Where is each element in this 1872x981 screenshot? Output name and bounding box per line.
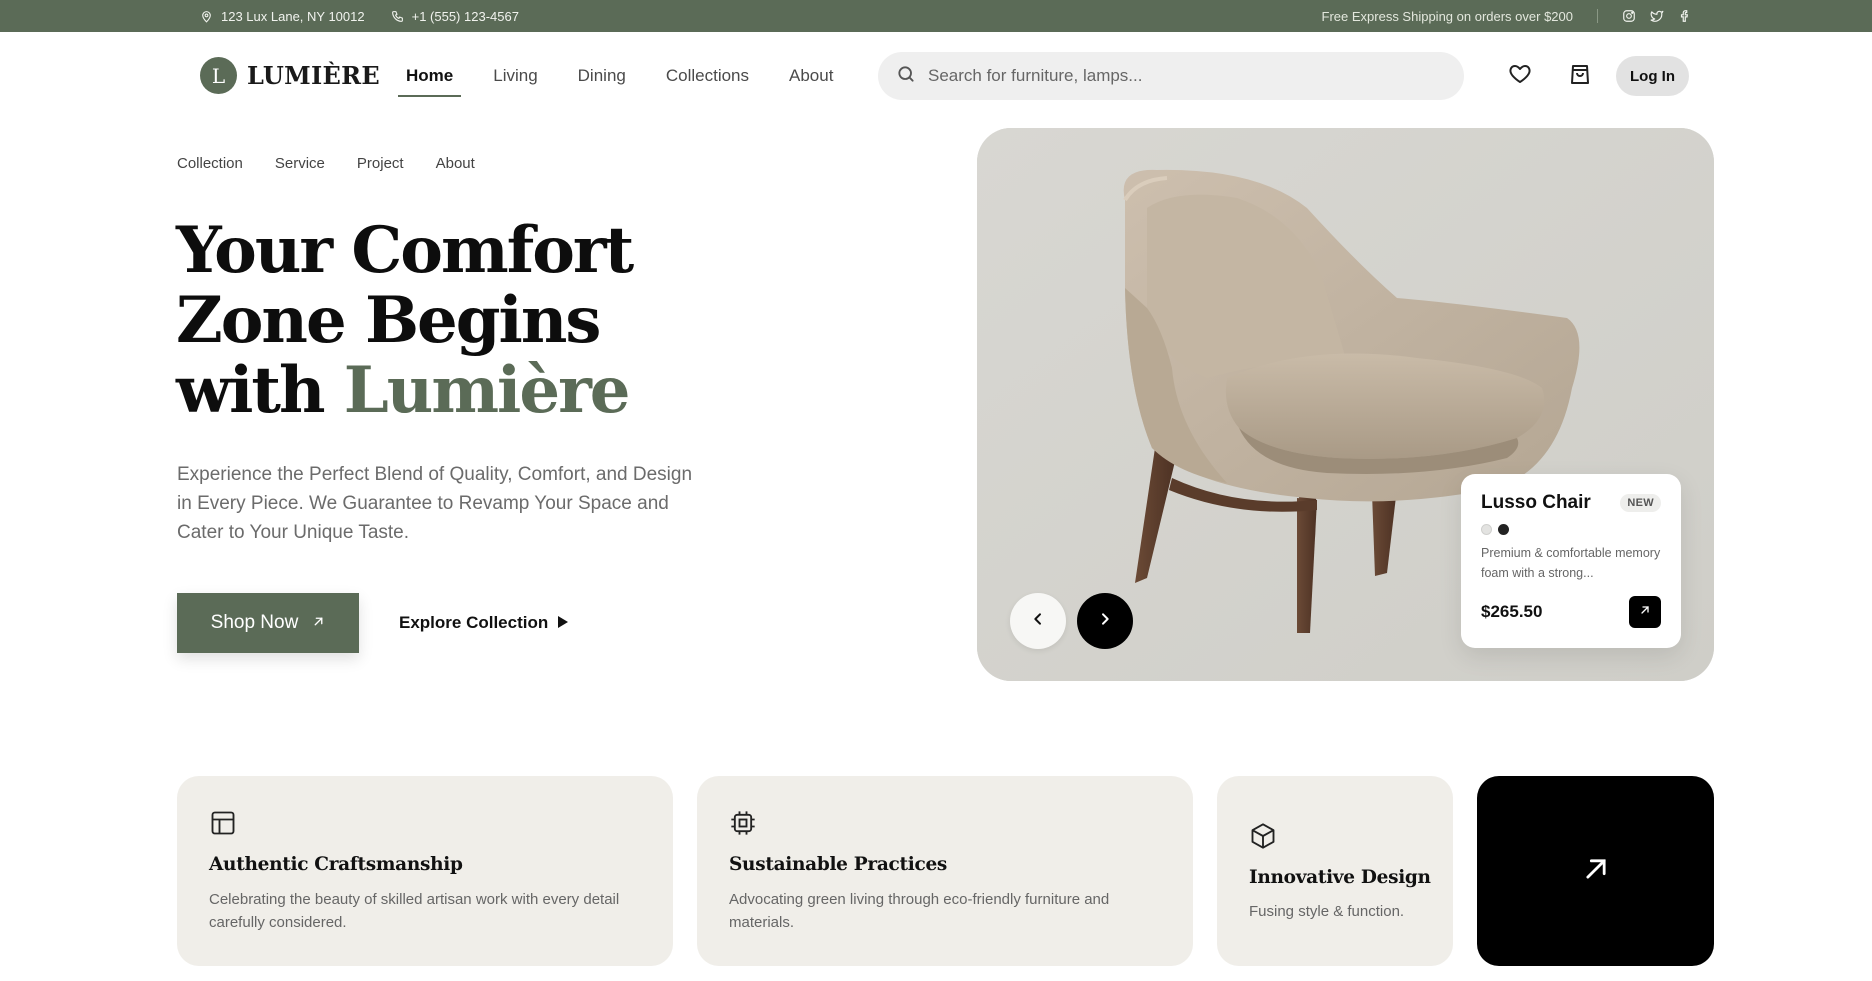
feature-title: Innovative Design (1249, 867, 1431, 888)
phone-info[interactable]: +1 (555) 123-4567 (391, 9, 519, 24)
main-nav: Home Living Dining Collections About (398, 32, 865, 120)
layout-icon (209, 809, 237, 837)
view-all-button[interactable] (1477, 776, 1714, 966)
cube-icon (1249, 822, 1277, 850)
shipping-notice: Free Express Shipping on orders over $20… (1321, 8, 1573, 24)
instagram-icon[interactable] (1622, 9, 1636, 23)
chip-icon (729, 809, 757, 837)
carousel-prev-button[interactable] (1010, 593, 1066, 649)
nav-about[interactable]: About (781, 59, 841, 93)
sub-nav: Collection Service Project About (177, 155, 475, 172)
product-description: Premium & comfortable memory foam with a… (1481, 546, 1661, 580)
wishlist-button[interactable] (1506, 62, 1534, 90)
feature-description: Fusing style & function. (1249, 903, 1405, 920)
chevron-left-icon (1030, 611, 1046, 632)
explore-label: Explore Collection (399, 613, 549, 632)
feature-title: Authentic Craftsmanship (209, 854, 463, 875)
nav-collections[interactable]: Collections (658, 59, 757, 93)
product-price: $265.50 (1481, 602, 1543, 621)
subnav-project[interactable]: Project (357, 155, 404, 172)
color-swatches (1481, 524, 1661, 535)
phone-icon (391, 10, 404, 23)
play-icon (558, 613, 569, 633)
search-input[interactable] (928, 66, 1428, 86)
carousel-next-button[interactable] (1077, 593, 1133, 649)
hero-title-line1: Your Comfort (176, 213, 634, 288)
nav-living[interactable]: Living (485, 59, 545, 93)
site-header: L LUMIÈRE Home Living Dining Collections… (0, 32, 1872, 120)
facebook-icon[interactable] (1678, 9, 1692, 23)
phone-text: +1 (555) 123-4567 (411, 8, 519, 24)
feature-title: Sustainable Practices (729, 854, 948, 875)
brand-name: LUMIÈRE (247, 61, 380, 90)
hero-description: Experience the Perfect Blend of Quality,… (177, 464, 693, 543)
swatch-light[interactable] (1481, 524, 1492, 535)
feature-card-innovative: Innovative Design Fusing style & functio… (1217, 776, 1453, 966)
search-bar[interactable] (878, 52, 1464, 100)
shopping-bag-icon (1568, 62, 1592, 91)
address-info: 123 Lux Lane, NY 10012 (200, 9, 365, 24)
map-pin-icon (200, 10, 213, 23)
nav-home[interactable]: Home (398, 59, 462, 97)
product-link-button[interactable] (1629, 596, 1661, 628)
shop-now-label: Shop Now (210, 612, 299, 633)
divider (1597, 9, 1598, 23)
new-badge: NEW (1620, 494, 1661, 512)
feature-card-sustainable: Sustainable Practices Advocating green l… (697, 776, 1193, 966)
address-text: 123 Lux Lane, NY 10012 (221, 8, 365, 24)
cart-button[interactable] (1566, 62, 1594, 90)
subnav-collection[interactable]: Collection (177, 155, 243, 172)
feature-description: Advocating green living through eco-frie… (729, 891, 1110, 931)
brand-logo[interactable]: L LUMIÈRE (200, 57, 380, 94)
shop-now-button[interactable]: Shop Now (177, 593, 359, 653)
heart-icon (1508, 62, 1532, 91)
explore-collection-link[interactable]: Explore Collection (399, 610, 569, 636)
arrow-up-right-icon (312, 612, 325, 634)
hero-title-line2: Zone Begins (176, 283, 601, 358)
top-bar: 123 Lux Lane, NY 10012 +1 (555) 123-4567… (0, 0, 1872, 32)
search-icon (896, 64, 916, 89)
twitter-icon[interactable] (1650, 9, 1664, 23)
subnav-service[interactable]: Service (275, 155, 325, 172)
subnav-about[interactable]: About (436, 155, 475, 172)
hero-title-accent: Lumière (343, 353, 631, 428)
hero-title-line3: with (176, 353, 344, 428)
hero-title: Your Comfort Zone Begins with Lumière (176, 213, 634, 428)
product-card[interactable]: Lusso Chair NEW Premium & comfortable me… (1461, 474, 1681, 648)
feature-card-craftsmanship: Authentic Craftsmanship Celebrating the … (177, 776, 673, 966)
login-button[interactable]: Log In (1616, 56, 1689, 96)
arrow-up-right-icon (1639, 603, 1651, 621)
arrow-up-right-icon (1582, 855, 1610, 888)
feature-description: Celebrating the beauty of skilled artisa… (209, 891, 620, 931)
nav-dining[interactable]: Dining (570, 59, 634, 93)
logo-mark: L (200, 57, 237, 94)
swatch-dark[interactable] (1498, 524, 1509, 535)
chevron-right-icon (1097, 611, 1113, 632)
